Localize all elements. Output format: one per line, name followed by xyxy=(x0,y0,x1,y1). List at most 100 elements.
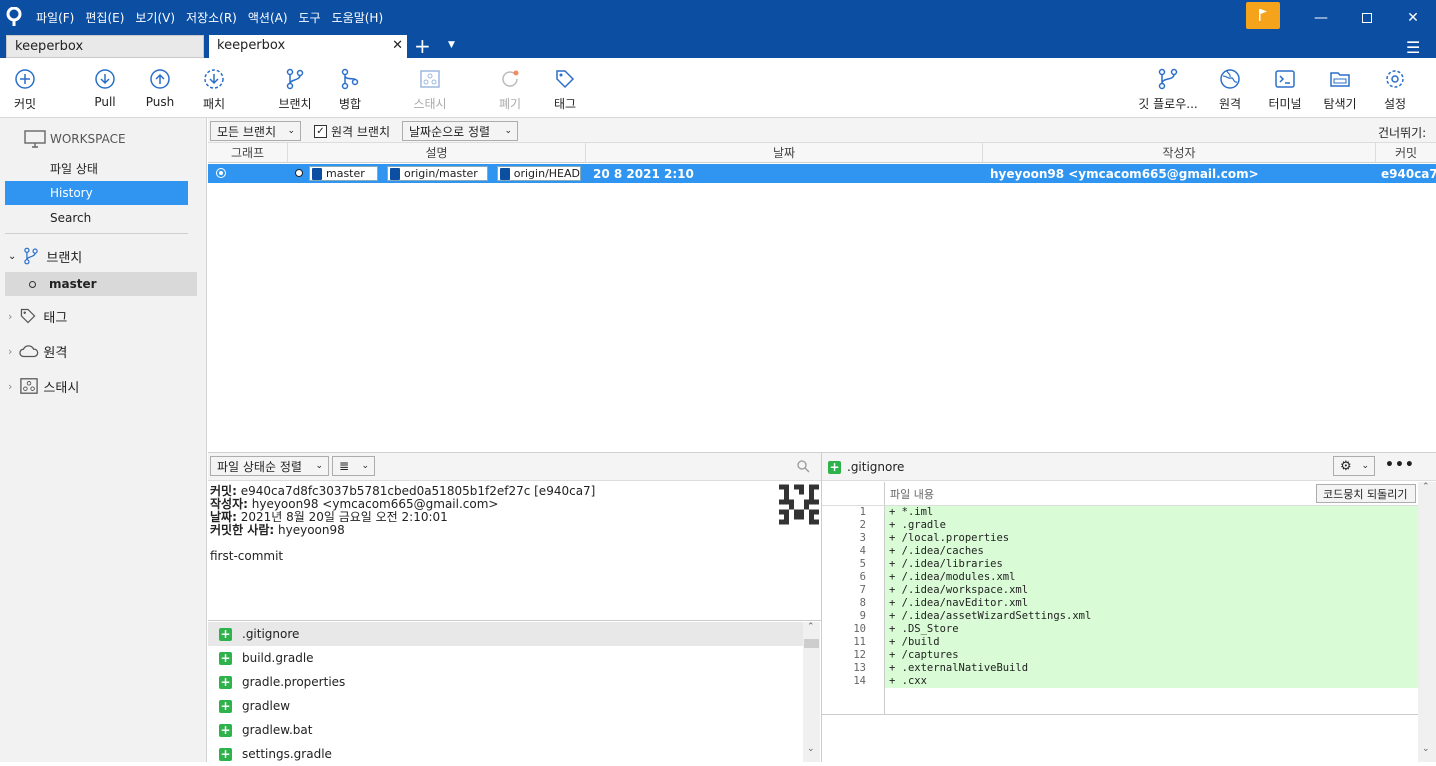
notification-button[interactable] xyxy=(1246,2,1280,29)
date-label: 날짜: xyxy=(210,510,237,524)
committer-value: hyeyoon98 xyxy=(274,523,345,537)
ref-master[interactable]: master xyxy=(309,166,378,181)
line-code: + .DS_Store xyxy=(885,623,1418,636)
column-date[interactable]: 날짜 xyxy=(586,143,983,163)
minimize-icon: — xyxy=(1314,9,1328,26)
monitor-icon xyxy=(24,130,46,148)
diff-line: 11 + /build xyxy=(822,636,1418,649)
menu-file[interactable]: 파일(F) xyxy=(36,9,74,26)
section-tags[interactable]: › 태그 xyxy=(8,304,67,328)
merge-button[interactable]: 병합 xyxy=(320,68,380,112)
file-row-gradlew-bat[interactable]: + gradlew.bat xyxy=(208,718,803,742)
view-mode-dropdown[interactable]: ≣ ⌄ xyxy=(332,456,375,476)
commit-button[interactable]: 커밋 xyxy=(0,68,55,112)
section-branches[interactable]: ⌄ 브랜치 xyxy=(8,244,82,268)
file-row-gradlew[interactable]: + gradlew xyxy=(208,694,803,718)
file-row-build-gradle[interactable]: + build.gradle xyxy=(208,646,803,670)
ref-origin-head-label: origin/HEAD xyxy=(513,167,580,180)
commit-detail: 커밋: e940ca7d8fc3037b5781cbed0a51805b1f2e… xyxy=(208,482,821,620)
revert-hunk-label: 코드뭉치 되돌리기 xyxy=(1323,487,1408,501)
discard-button[interactable]: 폐기 xyxy=(480,68,540,112)
git-flow-button[interactable]: 깃 플로우... xyxy=(1130,68,1206,112)
stash-button[interactable]: 스태시 xyxy=(400,68,460,112)
column-description[interactable]: 설명 xyxy=(288,143,586,163)
column-author-label: 작성자 xyxy=(1162,146,1196,160)
column-author[interactable]: 작성자 xyxy=(983,143,1376,163)
sort-dropdown[interactable]: 날짜순으로 정렬 ⌄ xyxy=(402,121,518,141)
patch-button[interactable]: 패치 xyxy=(184,68,244,112)
file-row-gradle-properties[interactable]: + gradle.properties xyxy=(208,670,803,694)
branch-ref-icon xyxy=(500,167,510,180)
ref-origin-master[interactable]: origin/master xyxy=(387,166,488,181)
more-options-button[interactable]: ••• xyxy=(1385,457,1415,473)
line-number: 3 xyxy=(859,532,866,544)
stashes-label: 스태시 xyxy=(43,380,80,396)
remote-branches-label: 원격 브랜치 xyxy=(331,125,391,139)
current-branch-icon xyxy=(29,280,36,288)
tab-list-dropdown[interactable]: ▼ xyxy=(448,40,455,50)
menu-tools[interactable]: 도구 xyxy=(299,9,321,26)
explorer-button[interactable]: 탐색기 xyxy=(1310,68,1370,112)
sidebar-item-file-status[interactable]: 파일 상태 xyxy=(50,156,98,180)
revert-hunk-button[interactable]: 코드뭉치 되돌리기 xyxy=(1316,484,1416,503)
branch-filter-dropdown[interactable]: 모든 브랜치 ⌄ xyxy=(210,121,301,141)
section-stashes[interactable]: › 스태시 xyxy=(8,374,79,398)
line-number: 10 xyxy=(853,623,866,635)
new-tab-button[interactable]: + xyxy=(414,35,431,57)
close-window-button[interactable]: ✕ xyxy=(1390,0,1436,35)
line-code: + /.idea/navEditor.xml xyxy=(885,597,1418,610)
push-arrow-icon xyxy=(150,69,170,89)
column-commit[interactable]: 커밋 xyxy=(1376,143,1436,163)
column-description-label: 설명 xyxy=(425,146,448,160)
pull-button[interactable]: Pull xyxy=(75,68,135,109)
file-row-gitignore[interactable]: + .gitignore xyxy=(208,622,803,646)
diff-options-dropdown[interactable]: ⚙ ⌄ xyxy=(1333,456,1375,476)
menu-view[interactable]: 보기(V) xyxy=(135,9,175,26)
hamburger-menu-button[interactable]: ☰ xyxy=(1406,38,1420,57)
commit-row[interactable]: master origin/master origin/HEAD 20 8 20… xyxy=(208,164,1436,183)
sidebar-item-history[interactable]: History xyxy=(5,181,188,205)
tab-bar: keeperbox keeperbox ✕ + ▼ ☰ xyxy=(0,35,1436,58)
line-code: + /build xyxy=(885,636,1418,649)
chevron-right-icon: › xyxy=(8,309,13,323)
sidebar-item-search[interactable]: Search xyxy=(50,206,91,230)
menu-edit[interactable]: 편집(E) xyxy=(85,9,124,26)
merge-icon xyxy=(341,68,359,90)
terminal-button[interactable]: 터미널 xyxy=(1255,68,1315,112)
gear-icon xyxy=(1386,70,1404,88)
minimize-button[interactable]: — xyxy=(1298,0,1344,35)
section-remotes[interactable]: › 원격 xyxy=(8,339,67,363)
scrollbar-thumb[interactable] xyxy=(804,639,819,648)
ref-origin-head[interactable]: origin/HEAD xyxy=(497,166,581,181)
remote-branches-checkbox[interactable]: ✓ 원격 브랜치 xyxy=(314,123,390,140)
menu-help[interactable]: 도움말(H) xyxy=(332,9,384,26)
menu-repository[interactable]: 저장소(R) xyxy=(186,9,237,26)
avatar xyxy=(779,484,819,525)
discard-icon xyxy=(502,70,519,87)
remote-button[interactable]: 원격 xyxy=(1200,68,1260,112)
column-graph[interactable]: 그래프 xyxy=(208,143,288,163)
settings-button[interactable]: 설정 xyxy=(1365,68,1425,112)
sidebar-item-master[interactable]: master xyxy=(5,272,197,296)
file-row-settings-gradle[interactable]: + settings.gradle xyxy=(208,742,803,766)
diff-line: 9 + /.idea/assetWizardSettings.xml xyxy=(822,610,1418,623)
diff-line: 2 + .gradle xyxy=(822,519,1418,532)
search-icon[interactable] xyxy=(797,460,810,473)
commit-date: 20 8 2021 2:10 xyxy=(593,167,694,181)
maximize-button[interactable] xyxy=(1344,0,1390,35)
line-code: + .gradle xyxy=(885,519,1418,532)
file-list-scrollbar[interactable]: ⌃ ⌄ xyxy=(803,622,820,762)
file-sort-dropdown[interactable]: 파일 상태순 정렬 ⌄ xyxy=(210,456,329,476)
tag-button[interactable]: 태그 xyxy=(535,68,595,112)
tags-label: 태그 xyxy=(43,310,68,326)
commit-hash: e940ca7 xyxy=(1381,167,1436,181)
tab-keeperbox-2[interactable]: keeperbox ✕ xyxy=(209,35,407,58)
tab-keeperbox-1[interactable]: keeperbox xyxy=(6,35,204,58)
menu-actions[interactable]: 액션(A) xyxy=(248,9,288,26)
push-button[interactable]: Push xyxy=(130,68,190,109)
git-flow-label: 깃 플로우... xyxy=(1138,97,1198,111)
branch-button[interactable]: 브랜치 xyxy=(265,68,325,112)
diff-scrollbar[interactable]: ⌃ ⌄ xyxy=(1418,482,1436,762)
pull-label: Pull xyxy=(94,95,116,109)
close-tab-icon[interactable]: ✕ xyxy=(392,38,403,53)
